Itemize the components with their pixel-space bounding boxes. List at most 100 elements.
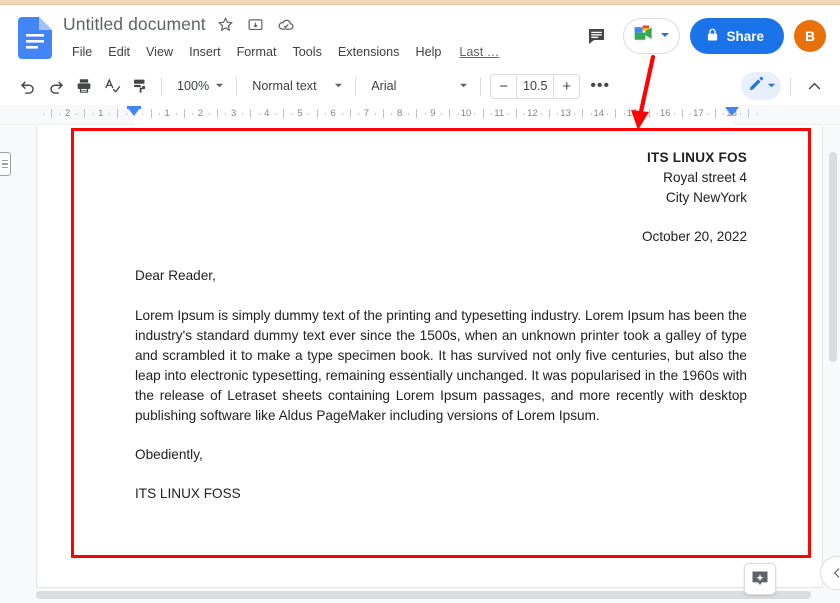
letter-date: October 20, 2022 — [641, 229, 747, 245]
edit-mode-button[interactable] — [741, 72, 781, 100]
paragraph-style-dropdown[interactable]: Normal text — [244, 73, 348, 99]
menu-insert[interactable]: Insert — [181, 43, 229, 61]
right-indent-marker[interactable] — [725, 107, 739, 116]
chevron-down-icon — [215, 77, 224, 95]
ruler-dot — [43, 113, 44, 115]
google-meet-button[interactable] — [623, 18, 681, 54]
menu-format[interactable]: Format — [229, 43, 285, 61]
page-title[interactable]: Untitled document — [63, 14, 206, 35]
ruler-dot — [690, 113, 691, 115]
horizontal-scrollbar[interactable] — [0, 588, 840, 603]
menu-edit[interactable]: Edit — [100, 43, 138, 61]
pencil-edit-mode-icon — [748, 75, 765, 97]
share-button[interactable]: Share — [690, 18, 784, 54]
menu-bar: File Edit View Insert Format Tools Exten… — [64, 43, 499, 61]
ruler-tick — [715, 109, 716, 118]
undo-icon[interactable] — [14, 72, 42, 100]
ruler-dot — [342, 113, 343, 115]
move-to-folder-icon[interactable] — [246, 15, 266, 35]
increase-font-size-button[interactable]: + — [554, 75, 579, 98]
ruler[interactable]: 2 1 1 2 3 4 5 6 7 8 9 10 11 12 13 14 15 16 17 18 — [0, 105, 840, 125]
avatar[interactable]: B — [794, 20, 826, 52]
comment-history-icon[interactable] — [579, 19, 613, 53]
chevron-down-icon — [660, 27, 670, 45]
ruler-dot — [375, 113, 376, 115]
ruler-dot — [358, 113, 359, 115]
ruler-dot — [159, 113, 160, 115]
chevron-down-icon — [767, 77, 776, 95]
last-edit-link[interactable]: Last … — [459, 45, 499, 59]
ruler-dot — [391, 113, 392, 115]
sender-city: City NewYork — [665, 190, 747, 206]
star-icon[interactable] — [216, 15, 236, 35]
vertical-scrollbar-thumb[interactable] — [829, 152, 837, 362]
menu-tools[interactable]: Tools — [284, 43, 329, 61]
ruler-dot — [225, 113, 226, 115]
explore-sparkle-icon[interactable] — [744, 563, 776, 595]
toolbar-separator — [480, 76, 482, 96]
chevron-up-icon[interactable] — [800, 72, 828, 100]
menu-help[interactable]: Help — [407, 43, 449, 61]
ruler-dot — [524, 113, 525, 115]
header-actions: Share B — [579, 5, 840, 67]
sender-street: Royal street 4 — [663, 170, 747, 186]
ruler-tick — [350, 109, 351, 118]
document-outline-toggle-icon[interactable] — [0, 152, 11, 176]
outline-line — [1, 166, 8, 169]
ruler-dot — [441, 113, 442, 115]
ruler-dot — [109, 113, 110, 115]
ruler-tick — [184, 109, 185, 118]
ruler-dot — [674, 113, 675, 115]
ruler-number: 14 — [593, 108, 605, 119]
ruler-dot — [574, 113, 575, 115]
ruler-dot — [192, 113, 193, 115]
sender-name: ITS LINUX FOS — [646, 150, 747, 165]
font-size-input[interactable]: 10.5 — [516, 74, 555, 98]
ruler-tick — [549, 109, 550, 118]
print-icon[interactable] — [70, 72, 98, 100]
document-content[interactable]: ITS LINUX FOS Royal street 4 City NewYor… — [135, 148, 747, 504]
ruler-tick — [483, 109, 484, 118]
toolbar-separator — [161, 76, 162, 96]
outline-line — [1, 163, 8, 165]
chevron-down-icon — [459, 77, 468, 95]
more-toolbar-options-button[interactable]: ••• — [586, 72, 614, 100]
ruler-dot — [707, 113, 708, 115]
ruler-tick — [682, 109, 683, 118]
google-docs-logo-icon[interactable] — [18, 17, 52, 59]
menu-file[interactable]: File — [64, 43, 100, 61]
saved-to-drive-cloud-icon[interactable] — [276, 15, 296, 35]
ruler-number: 3 — [230, 108, 237, 119]
toolbar: 100% Normal text Arial − 10.5 + ••• — [0, 67, 840, 105]
salutation: Dear Reader, — [135, 268, 216, 284]
menu-extensions[interactable]: Extensions — [330, 43, 408, 61]
font-family-dropdown[interactable]: Arial — [363, 73, 473, 99]
ruler-dot — [624, 113, 625, 115]
document-page[interactable]: ITS LINUX FOS Royal street 4 City NewYor… — [36, 126, 823, 588]
ruler-dot — [508, 113, 509, 115]
menu-view[interactable]: View — [138, 43, 181, 61]
ruler-number: 2 — [197, 108, 204, 119]
vertical-scrollbar[interactable] — [826, 126, 840, 588]
ruler-number: 4 — [264, 108, 270, 119]
spellcheck-icon[interactable] — [98, 72, 126, 100]
ruler-number: 8 — [396, 108, 403, 119]
decrease-font-size-button[interactable]: − — [491, 75, 516, 98]
ruler-dot — [325, 113, 326, 115]
google-docs-window: Untitled document File Edit View Insert … — [0, 0, 840, 603]
ruler-tick — [151, 109, 152, 118]
ruler-dot — [591, 113, 592, 115]
left-indent-marker[interactable] — [127, 107, 141, 116]
zoom-dropdown[interactable]: 100% — [169, 73, 229, 99]
paint-format-icon[interactable] — [126, 72, 154, 100]
ruler-dot — [259, 113, 260, 115]
ruler-dot — [607, 113, 608, 115]
redo-icon[interactable] — [42, 72, 70, 100]
horizontal-scrollbar-thumb[interactable] — [36, 591, 811, 599]
ruler-tick — [383, 109, 384, 118]
ruler-number: 1 — [164, 108, 170, 119]
ruler-dot — [458, 113, 459, 115]
toolbar-separator — [355, 76, 357, 96]
